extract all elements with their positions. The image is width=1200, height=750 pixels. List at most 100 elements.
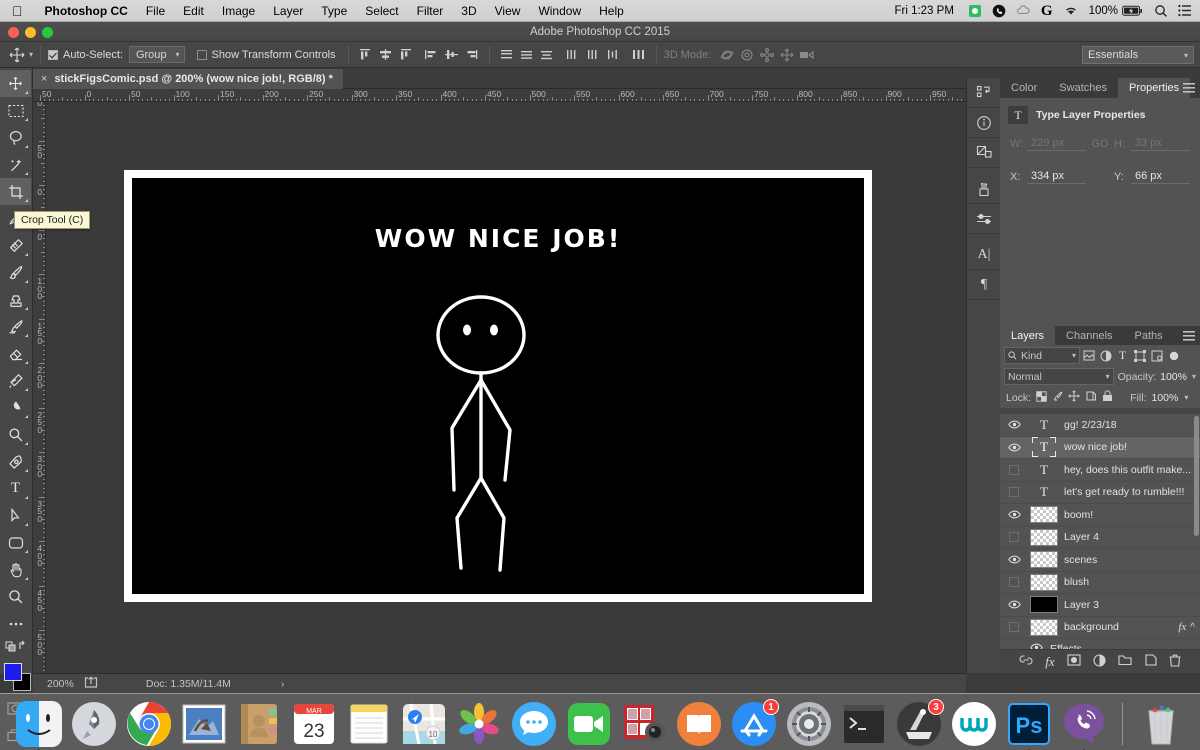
lasso-tool[interactable]	[0, 124, 31, 151]
dock-item-calendar[interactable]: MAR 23	[291, 701, 337, 747]
fill-value[interactable]: 100%	[1151, 392, 1178, 404]
dock-item-app-store[interactable]: 1	[731, 699, 779, 747]
layer-thumbnail[interactable]: T	[1024, 484, 1064, 500]
zoom-button[interactable]	[42, 27, 53, 38]
distribute-top-edges-button[interactable]	[497, 45, 517, 65]
dock-item-terminal[interactable]	[841, 701, 887, 747]
edit-toolbar-button[interactable]	[0, 610, 31, 637]
new-group-icon[interactable]	[1118, 654, 1133, 669]
layer-visibility-eye-icon[interactable]	[1004, 600, 1024, 609]
lock-transparent-pixels-icon[interactable]	[1036, 390, 1047, 405]
orbit-3d-icon[interactable]	[717, 45, 737, 65]
menu-image[interactable]: Image	[213, 4, 264, 18]
artboard[interactable]: WOW NICE JOB!	[124, 170, 872, 602]
document-tab[interactable]: × stickFigsComic.psd @ 200% (wow nice jo…	[33, 69, 343, 89]
link-layers-icon[interactable]	[1019, 655, 1033, 668]
layer-visibility-eye-icon[interactable]	[1004, 510, 1024, 519]
layer-visibility-toggle[interactable]	[1004, 622, 1024, 633]
horizontal-type-tool[interactable]: T	[0, 475, 31, 502]
tab-color[interactable]: Color	[1000, 78, 1048, 98]
crop-tool[interactable]	[0, 178, 31, 205]
width-field[interactable]: 229 px	[1027, 136, 1086, 151]
status-expand-arrow[interactable]: ›	[231, 678, 285, 690]
share-icon[interactable]	[84, 676, 98, 691]
layer-row[interactable]: background fx ^	[1000, 617, 1200, 639]
menu-view[interactable]: View	[486, 4, 530, 18]
layer-visibility-eye-icon[interactable]	[1004, 443, 1024, 452]
tab-properties[interactable]: Properties	[1118, 78, 1191, 98]
dock-item-messages[interactable]	[511, 701, 557, 747]
layer-name[interactable]: hey, does this outfit make...	[1064, 464, 1200, 476]
filter-enable-toggle[interactable]	[1165, 347, 1182, 364]
layer-name[interactable]: Layer 4	[1064, 531, 1200, 543]
fill-chevron-down-icon[interactable]: ▾	[1184, 393, 1188, 402]
filter-adjustment-icon[interactable]	[1097, 347, 1114, 364]
menu-select[interactable]: Select	[356, 4, 407, 18]
comic-panel[interactable]: WOW NICE JOB!	[132, 178, 864, 594]
layer-row[interactable]: Twow nice job!	[1000, 436, 1200, 459]
tab-paths[interactable]: Paths	[1124, 326, 1174, 345]
layer-list-scrollbar[interactable]	[1194, 416, 1199, 536]
path-selection-tool[interactable]	[0, 502, 31, 529]
properties-sliders-icon[interactable]	[967, 204, 1001, 234]
distribute-horizontal-centers-button[interactable]	[583, 45, 603, 65]
delete-layer-icon[interactable]	[1169, 654, 1181, 670]
layer-thumbnail[interactable]	[1024, 528, 1064, 546]
dock-item-notes[interactable]	[346, 701, 392, 747]
menu-layer[interactable]: Layer	[264, 4, 312, 18]
layer-name[interactable]: boom!	[1064, 509, 1200, 521]
dock-item-maps[interactable]: 10	[401, 701, 447, 747]
tool-preset-chevron-down-icon[interactable]: ▾	[29, 50, 33, 59]
layer-visibility-toggle[interactable]	[1004, 464, 1024, 475]
layer-thumbnail[interactable]	[1024, 551, 1064, 569]
menu-3d[interactable]: 3D	[452, 4, 485, 18]
history-panel-icon[interactable]	[967, 78, 1001, 108]
distribute-left-edges-button[interactable]	[563, 45, 583, 65]
dock-item-wacom[interactable]	[951, 701, 997, 747]
lock-position-icon[interactable]	[1068, 390, 1080, 405]
layer-visibility-eye-icon[interactable]	[1004, 420, 1024, 429]
dock-item-mail[interactable]	[181, 701, 227, 747]
dock-item-photoshop[interactable]: Ps	[1006, 701, 1052, 750]
move-tool-icon[interactable]	[6, 45, 28, 65]
clone-stamp-tool[interactable]	[0, 286, 31, 313]
dock-item-photos[interactable]	[456, 701, 502, 747]
lock-artboard-nesting-icon[interactable]	[1085, 390, 1097, 405]
wifi-icon[interactable]	[1063, 5, 1079, 17]
layer-row[interactable]: scenes	[1000, 549, 1200, 572]
magic-wand-tool[interactable]	[0, 151, 31, 178]
filter-type-icon[interactable]: T	[1114, 347, 1131, 364]
dock-item-system-preferences[interactable]	[786, 701, 832, 747]
layer-row[interactable]: blush	[1000, 572, 1200, 594]
align-horizontal-centers-button[interactable]	[376, 45, 396, 65]
battery-icon[interactable]	[1122, 5, 1144, 17]
layer-row[interactable]: Layer 4	[1000, 527, 1200, 549]
layer-visibility-toggle[interactable]	[1004, 577, 1024, 588]
roll-3d-icon[interactable]	[737, 45, 757, 65]
adjustments-panel-icon[interactable]	[967, 138, 1001, 168]
blur-tool[interactable]	[0, 394, 31, 421]
layer-row[interactable]: Layer 3	[1000, 594, 1200, 617]
opacity-chevron-down-icon[interactable]: ▾	[1192, 372, 1196, 381]
clock-label[interactable]: Fri 1:23 PM	[894, 5, 953, 17]
gradient-tool[interactable]	[0, 367, 31, 394]
layer-row[interactable]: Tgg! 2/23/18	[1000, 414, 1200, 437]
panel-menu-icon[interactable]	[1183, 83, 1195, 96]
layer-thumbnail[interactable]: T	[1024, 437, 1064, 458]
lock-all-icon[interactable]	[1102, 390, 1113, 405]
opacity-value[interactable]: 100%	[1160, 371, 1187, 383]
add-layer-mask-icon[interactable]	[1067, 654, 1081, 669]
layer-thumbnail[interactable]: T	[1024, 417, 1064, 433]
hand-tool[interactable]	[0, 556, 31, 583]
apple-logo-icon[interactable]: 	[12, 4, 23, 18]
zoom-tool[interactable]	[0, 583, 31, 610]
dock-item-viber[interactable]	[1061, 701, 1107, 750]
creative-cloud-icon[interactable]	[1016, 4, 1031, 18]
dock-item-finder[interactable]	[16, 701, 62, 750]
minimize-button[interactable]	[25, 27, 36, 38]
tab-swatches[interactable]: Swatches	[1048, 78, 1118, 98]
close-icon[interactable]: ×	[41, 73, 47, 85]
zoom-level[interactable]: 200%	[33, 678, 84, 690]
align-vertical-centers-button[interactable]	[442, 45, 462, 65]
align-left-edges-button[interactable]	[356, 45, 376, 65]
